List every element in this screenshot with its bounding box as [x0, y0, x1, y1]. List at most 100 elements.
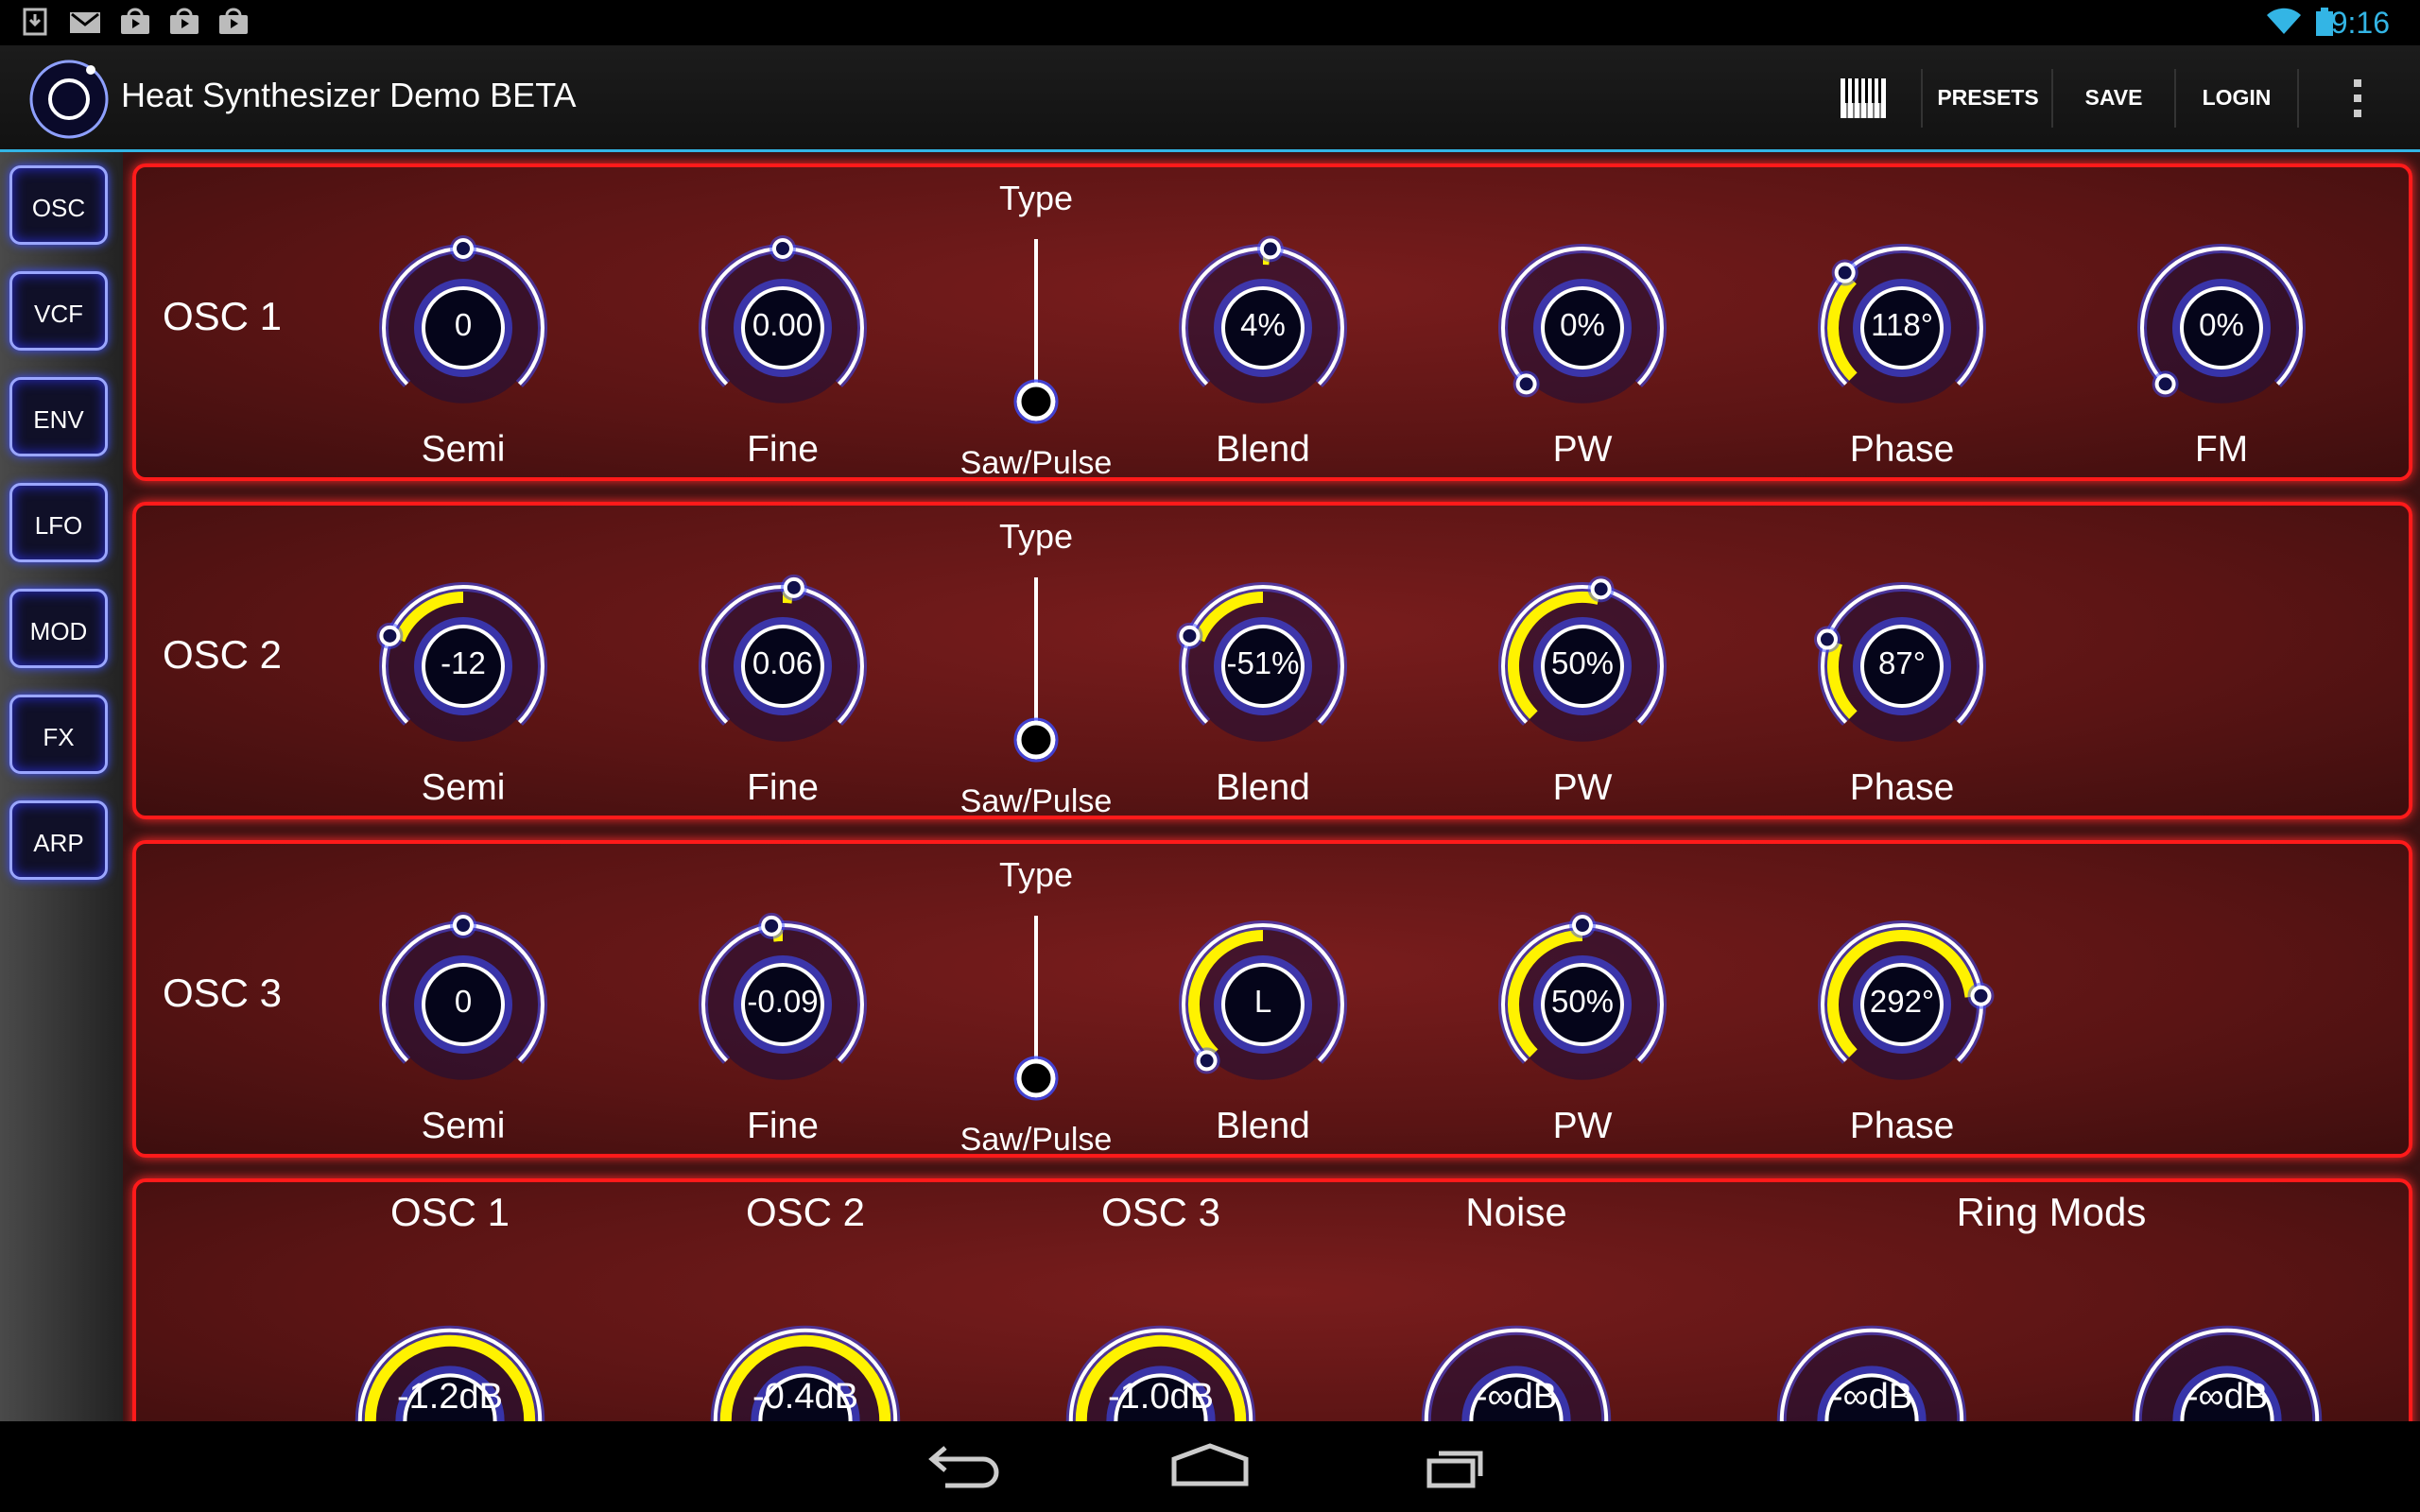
sidebar-item-vcf[interactable]: VCF: [9, 271, 108, 351]
blend-knob[interactable]: 4% Blend: [1121, 186, 1405, 470]
type-value: Saw/Pulse: [959, 1122, 1113, 1158]
osc-panel-2: OSC 2 -12 Semi 0.06 Fine Type Saw/Pulse …: [132, 502, 2412, 819]
panel-title: OSC 1: [163, 294, 283, 338]
knob-handle: [2154, 373, 2176, 395]
blend-knob[interactable]: L Blend: [1121, 863, 1405, 1146]
mixer-osc3-level-knob[interactable]: -1.0dB: [1000, 1260, 1322, 1421]
piano-keys-icon[interactable]: [1840, 77, 1887, 119]
mixer-noise-level-knob[interactable]: -∞dB: [1356, 1260, 1677, 1421]
divider: [2297, 69, 2299, 128]
back-icon[interactable]: [908, 1438, 1021, 1495]
heat-logo-icon[interactable]: [28, 59, 110, 140]
recents-icon[interactable]: [1399, 1438, 1512, 1495]
blend-knob[interactable]: -51% Blend: [1121, 524, 1405, 808]
mixer-header-ring-mods: Ring Mods: [1956, 1190, 2147, 1234]
mixer-header-osc2: OSC 2: [745, 1190, 866, 1234]
type-slider[interactable]: [942, 855, 1131, 1139]
osc-panel-1: OSC 1 0 Semi 0.00 Fine Type Saw/Pulse 4%…: [132, 163, 2412, 481]
semi-knob[interactable]: 0 Semi: [321, 186, 605, 470]
knob-value: -1.2dB: [397, 1377, 503, 1417]
type-slider[interactable]: [942, 517, 1131, 800]
fm-knob[interactable]: 0% FM: [2080, 186, 2363, 470]
sidebar-item-arp[interactable]: ARP: [9, 800, 108, 880]
pw-knob[interactable]: 50% PW: [1441, 863, 1724, 1146]
phase-knob[interactable]: 87° Phase: [1760, 524, 2044, 808]
sidebar: OSC VCF ENV LFO MOD FX ARP: [0, 152, 123, 1421]
type-switch[interactable]: Type Saw/Pulse: [942, 855, 1131, 1167]
sidebar-item-osc[interactable]: OSC: [9, 165, 108, 245]
knob-label: Semi: [421, 1106, 506, 1146]
knob-handle: [1196, 1050, 1218, 1072]
knob-label: Phase: [1849, 1106, 1955, 1146]
knob-value: 50%: [1550, 645, 1615, 680]
semi-knob[interactable]: -12 Semi: [321, 524, 605, 808]
pw-knob[interactable]: 0% PW: [1441, 186, 1724, 470]
download-icon: [23, 8, 47, 36]
knob-handle: [453, 915, 474, 936]
pw-knob[interactable]: 50% PW: [1441, 524, 1724, 808]
knob-label: Blend: [1216, 767, 1310, 808]
knob-label: Phase: [1849, 767, 1955, 808]
knob-value: 0: [454, 307, 473, 342]
mixer-osc2-level-knob[interactable]: -0.4dB: [645, 1260, 966, 1421]
sidebar-item-env[interactable]: ENV: [9, 377, 108, 456]
fine-knob[interactable]: 0.06 Fine: [641, 524, 925, 808]
sidebar-item-lfo[interactable]: LFO: [9, 483, 108, 562]
type-switch[interactable]: Type Saw/Pulse: [942, 179, 1131, 490]
home-icon[interactable]: [1153, 1438, 1267, 1495]
knob-label: Phase: [1849, 429, 1955, 470]
panel-title: OSC 2: [163, 632, 283, 677]
knob-label: Blend: [1216, 429, 1310, 470]
knob-label: Semi: [421, 767, 506, 808]
presets-button[interactable]: PRESETS: [1925, 45, 2051, 149]
knob-value: -∞dB: [1830, 1377, 1913, 1417]
play-store-icon: [219, 8, 248, 34]
phase-knob[interactable]: 118° Phase: [1760, 186, 2044, 470]
knob-handle: [379, 625, 401, 646]
type-switch[interactable]: Type Saw/Pulse: [942, 517, 1131, 829]
fine-knob[interactable]: 0.00 Fine: [641, 186, 925, 470]
knob-handle: [1590, 578, 1612, 600]
type-value: Saw/Pulse: [959, 445, 1113, 481]
status-bar: 9:16: [0, 0, 2420, 45]
knob-label: Fine: [747, 429, 819, 470]
sidebar-item-fx[interactable]: FX: [9, 695, 108, 774]
main-content: OSC 1 0 Semi 0.00 Fine Type Saw/Pulse 4%…: [123, 152, 2420, 1421]
semi-knob[interactable]: 0 Semi: [321, 863, 605, 1146]
wifi-icon: [2267, 8, 2301, 35]
knob-handle: [1515, 373, 1537, 395]
play-store-icon: [170, 8, 199, 34]
save-button[interactable]: SAVE: [2053, 45, 2174, 149]
play-store-icon: [121, 8, 149, 34]
knob-label: PW: [1552, 429, 1613, 470]
mixer-header-noise: Noise: [1465, 1190, 1567, 1234]
mixer-header-osc3: OSC 3: [1100, 1190, 1221, 1234]
knob-label: Blend: [1216, 1106, 1310, 1146]
knob-label: PW: [1552, 767, 1613, 808]
mixer-panel: OSC 1 OSC 2 OSC 3 Noise Ring Mods -1.2dB…: [132, 1178, 2412, 1421]
knob-value: -∞dB: [2186, 1377, 2269, 1417]
knob-value: 118°: [1871, 307, 1933, 342]
app-title: Heat Synthesizer Demo BETA: [121, 76, 577, 114]
knob-handle: [1179, 625, 1201, 646]
osc-panel-3: OSC 3 0 Semi -0.09 Fine Type Saw/Pulse L…: [132, 840, 2412, 1158]
knob-value: 87°: [1878, 645, 1926, 680]
knob-handle: [1259, 238, 1281, 260]
more-vertical-icon[interactable]: [2346, 76, 2369, 121]
knob-handle: [1572, 915, 1593, 936]
knob-value: 0%: [1560, 307, 1605, 342]
type-slider[interactable]: [942, 179, 1131, 462]
mixer-ring-mod-1-knob[interactable]: -∞dB: [1711, 1260, 2032, 1421]
phase-knob[interactable]: 292° Phase: [1760, 863, 2044, 1146]
navigation-bar: [0, 1421, 2420, 1512]
fine-knob[interactable]: -0.09 Fine: [641, 863, 925, 1146]
status-clock: 9:16: [2330, 6, 2390, 40]
knob-handle: [1834, 262, 1856, 284]
action-bar: Heat Synthesizer Demo BETA PRESETS SAVE …: [0, 45, 2420, 152]
mixer-ring-mod-2-knob[interactable]: -∞dB: [2066, 1260, 2388, 1421]
knob-value: 0.06: [752, 645, 814, 680]
login-button[interactable]: LOGIN: [2176, 45, 2297, 149]
knob-value: -12: [441, 645, 486, 680]
mixer-osc1-level-knob[interactable]: -1.2dB: [289, 1260, 611, 1421]
sidebar-item-mod[interactable]: MOD: [9, 589, 108, 668]
